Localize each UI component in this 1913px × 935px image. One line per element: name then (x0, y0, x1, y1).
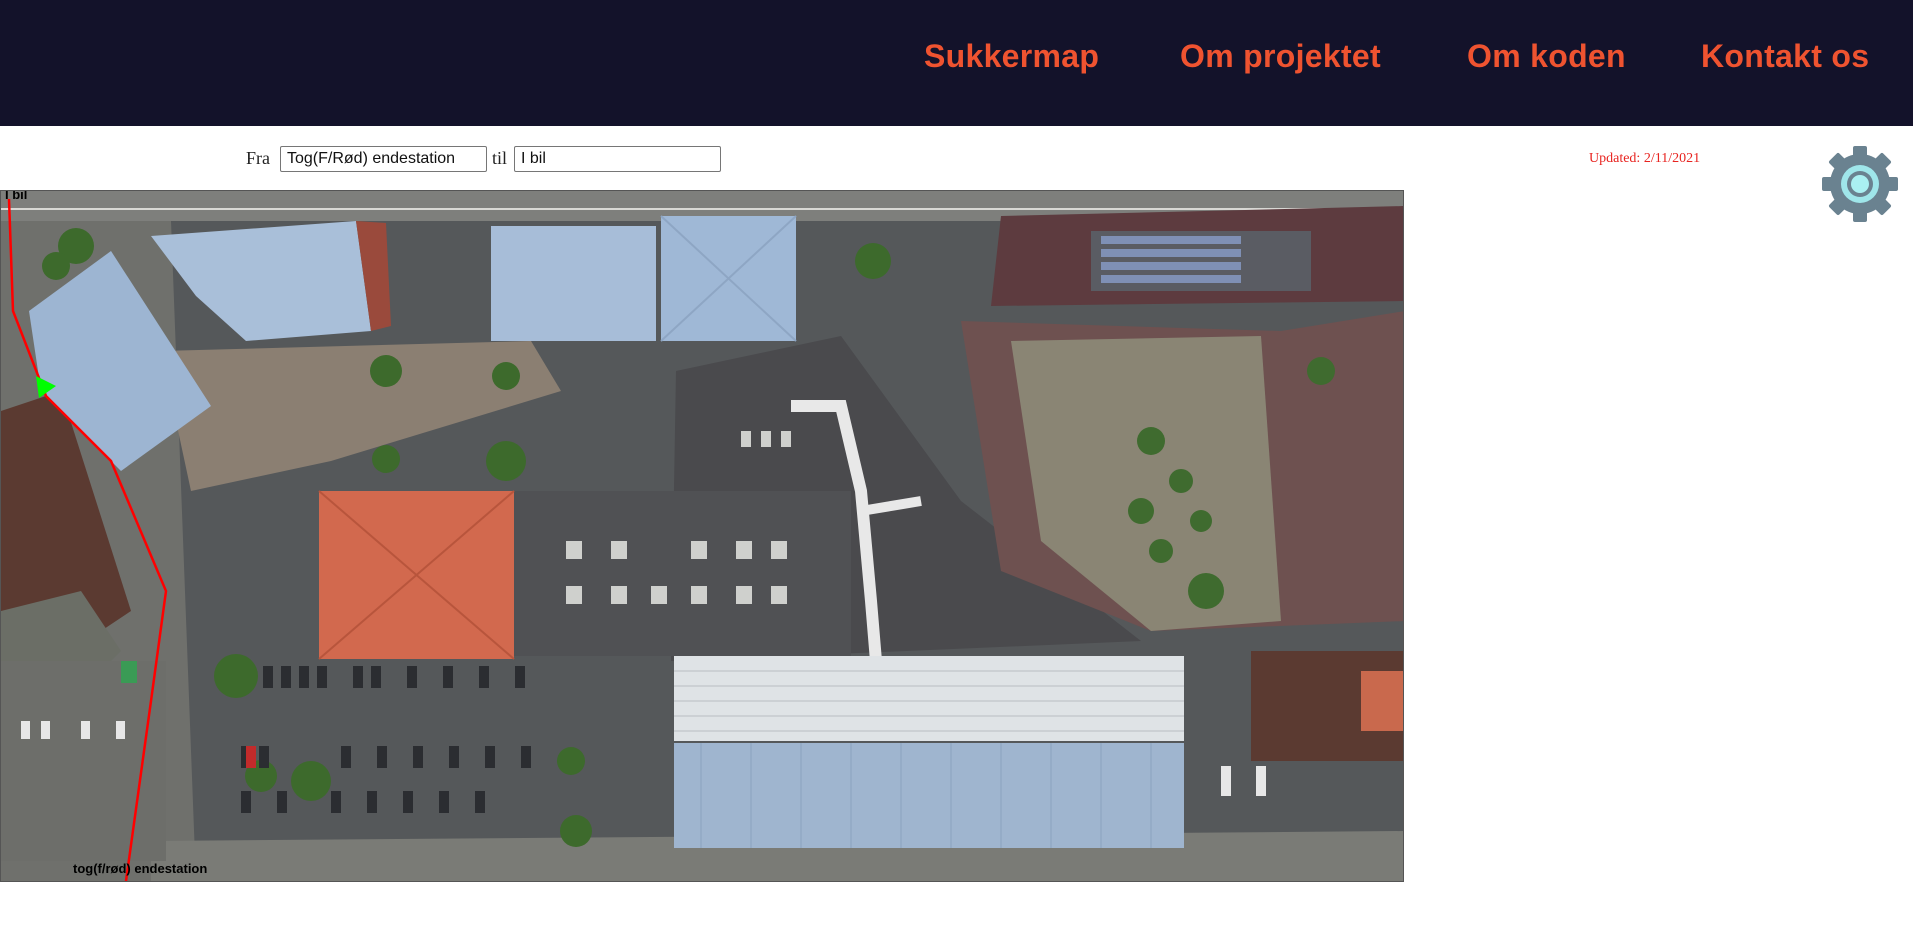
building-roof (511, 491, 851, 656)
building-roof (1361, 671, 1403, 731)
gear-icon[interactable] (1820, 144, 1900, 224)
building-roof (491, 226, 656, 341)
updated-date: Updated: 2/11/2021 (1589, 151, 1701, 166)
map-canvas: I bil tog(f/rød) endestation (1, 191, 1403, 881)
from-location-input[interactable] (280, 146, 487, 172)
nav-link-om-koden[interactable]: Om koden (1467, 38, 1626, 75)
route-end-label: I bil (5, 191, 27, 202)
to-location-input[interactable] (514, 146, 721, 172)
satellite-map[interactable]: I bil tog(f/rød) endestation (0, 190, 1404, 882)
nav-link-om-projektet[interactable]: Om projektet (1180, 38, 1381, 75)
to-label: til (492, 148, 508, 168)
from-label: Fra (246, 148, 270, 168)
greenhouse-roof (674, 656, 1184, 741)
top-navigation-bar: Sukkermap Om projektet Om koden Kontakt … (0, 0, 1913, 126)
parking-lot (1, 661, 166, 861)
nav-link-sukkermap[interactable]: Sukkermap (924, 38, 1099, 75)
route-start-label: tog(f/rød) endestation (73, 861, 207, 876)
nav-link-kontakt-os[interactable]: Kontakt os (1701, 38, 1869, 75)
